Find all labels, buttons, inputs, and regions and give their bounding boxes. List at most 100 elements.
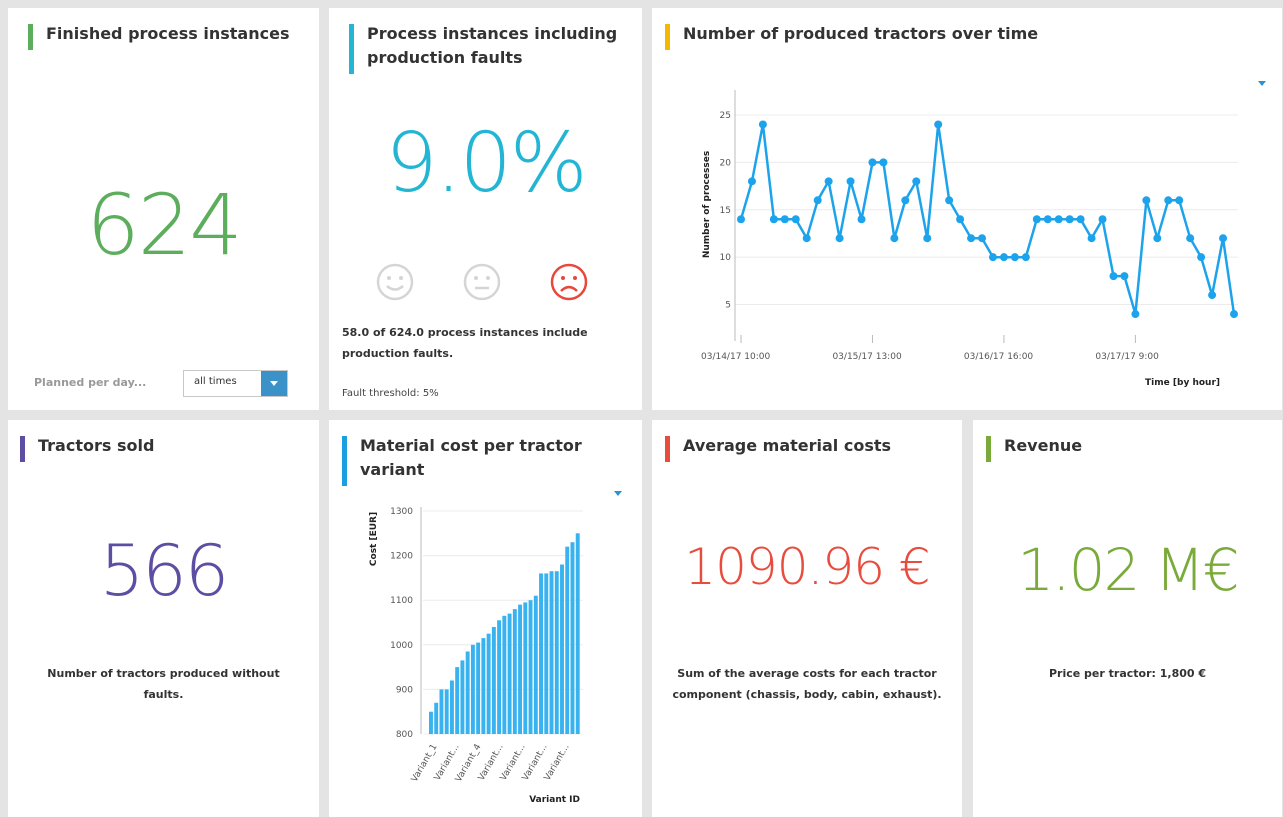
x-tick-label: 03/15/17 13:00: [832, 352, 901, 362]
data-point: [1032, 215, 1041, 224]
bar: [460, 660, 465, 734]
bar: [502, 615, 507, 734]
y-tick-label: 25: [720, 111, 731, 121]
bar: [565, 546, 570, 734]
data-point: [737, 215, 745, 224]
material-cost-card: Material cost per tractor variant 800 900…: [329, 420, 642, 817]
bar-chart: 8009001000110012001300Cost [EUR]Variant_…: [369, 507, 583, 805]
avg-material-cost-card: Average material costs 1090.96 € Sum of …: [652, 420, 962, 817]
data-point: [1153, 234, 1162, 243]
card-title: Process instances including production f…: [349, 22, 618, 74]
bar: [518, 604, 523, 734]
data-point: [1197, 253, 1206, 262]
revenue-card: Revenue 1.02 M€ Price per tractor: 1,800…: [973, 420, 1282, 817]
data-point: [1010, 253, 1019, 262]
timeframe-select-value: all times: [194, 376, 237, 387]
data-point: [791, 215, 800, 224]
data-point: [890, 234, 899, 243]
data-point: [1120, 272, 1129, 281]
y-tick-label: 10: [720, 253, 732, 263]
data-point: [747, 177, 756, 186]
card-title-line1: Process instances including: [367, 24, 618, 43]
bar: [539, 573, 543, 734]
y-tick-label: 800: [396, 730, 413, 740]
bar: [486, 633, 491, 734]
bar: [476, 642, 481, 734]
data-point: [1230, 310, 1238, 319]
data-point: [999, 253, 1008, 262]
data-point: [1208, 291, 1217, 300]
data-point: [1054, 215, 1063, 224]
bar: [497, 620, 502, 734]
bar: [507, 613, 512, 734]
bar: [560, 564, 564, 734]
data-point: [780, 215, 789, 224]
kpi-value: 624: [86, 176, 242, 274]
bar: [470, 644, 475, 734]
x-tick-label: 03/17/17 9:00: [1095, 352, 1159, 362]
data-point: [956, 215, 965, 224]
description-line2: component (chassis, body, cabin, exhaust…: [672, 688, 942, 701]
bar: [549, 571, 554, 734]
avg-cost-description: Sum of the average costs for each tracto…: [652, 663, 962, 705]
description-line1: Number of tractors produced without: [47, 667, 280, 680]
data-point: [1021, 253, 1030, 262]
revenue-description: Price per tractor: 1,800 €: [1048, 667, 1207, 680]
kpi-value: 1.02 M€: [1017, 536, 1240, 604]
fault-threshold: Fault threshold: 5%: [342, 388, 439, 399]
y-tick-label: 900: [396, 685, 413, 695]
y-tick-label: 15: [720, 206, 731, 216]
data-point: [1109, 272, 1118, 281]
data-point: [923, 234, 932, 243]
fault-description-line1: 58.0 of 624.0 process instances include: [342, 326, 588, 339]
x-tick-label: 03/16/17 16:00: [964, 352, 1033, 362]
card-title: Finished process instances: [28, 22, 289, 50]
timeframe-select[interactable]: all times: [183, 370, 288, 397]
series-line: [739, 123, 1236, 316]
data-point: [1186, 234, 1195, 243]
bar: [533, 595, 538, 734]
bar: [434, 702, 439, 734]
y-tick-label: 1200: [390, 552, 413, 562]
bar: [523, 602, 528, 734]
data-point: [846, 177, 855, 186]
bar: [449, 680, 454, 734]
card-title: Revenue: [986, 434, 1082, 462]
card-title: Average material costs: [665, 434, 891, 462]
data-point: [835, 234, 844, 243]
data-point: [857, 215, 866, 224]
bar: [455, 667, 460, 734]
chevron-down-icon[interactable]: [261, 371, 287, 396]
data-point: [934, 120, 943, 129]
data-point: [1142, 196, 1151, 205]
data-point: [802, 234, 811, 243]
y-tick-label: 5: [725, 301, 731, 311]
y-axis-title: Cost [EUR]: [369, 512, 379, 566]
bar: [439, 689, 444, 734]
fault-description-line2: production faults.: [342, 347, 454, 360]
description-line1: Sum of the average costs for each tracto…: [677, 667, 937, 680]
data-point: [988, 253, 997, 262]
kpi-value: 1090.96 €: [684, 538, 930, 596]
kpi-value: 566: [99, 530, 230, 612]
data-point: [1175, 196, 1184, 205]
bar: [481, 638, 486, 734]
data-point: [967, 234, 976, 243]
bar: [465, 651, 470, 734]
bar: [491, 626, 496, 734]
data-point: [912, 177, 921, 186]
data-point: [1131, 310, 1140, 319]
data-point: [945, 196, 954, 205]
data-point: [901, 196, 910, 205]
fault-instances-card: Process instances including production f…: [329, 8, 642, 410]
y-tick-label: 20: [720, 158, 732, 168]
data-point: [813, 196, 822, 205]
tractors-sold-description: Number of tractors produced without faul…: [8, 663, 319, 705]
data-point: [1164, 196, 1173, 205]
y-tick-label: 1000: [390, 641, 413, 651]
bar: [554, 571, 559, 734]
data-point: [1043, 215, 1052, 224]
sad-face-icon: [550, 263, 588, 301]
line-chart: 5 10 15 20 25 Number of processes 03/14/17 10:…: [701, 90, 1238, 388]
x-tick-label: 03/14/17 10:00: [701, 352, 770, 362]
